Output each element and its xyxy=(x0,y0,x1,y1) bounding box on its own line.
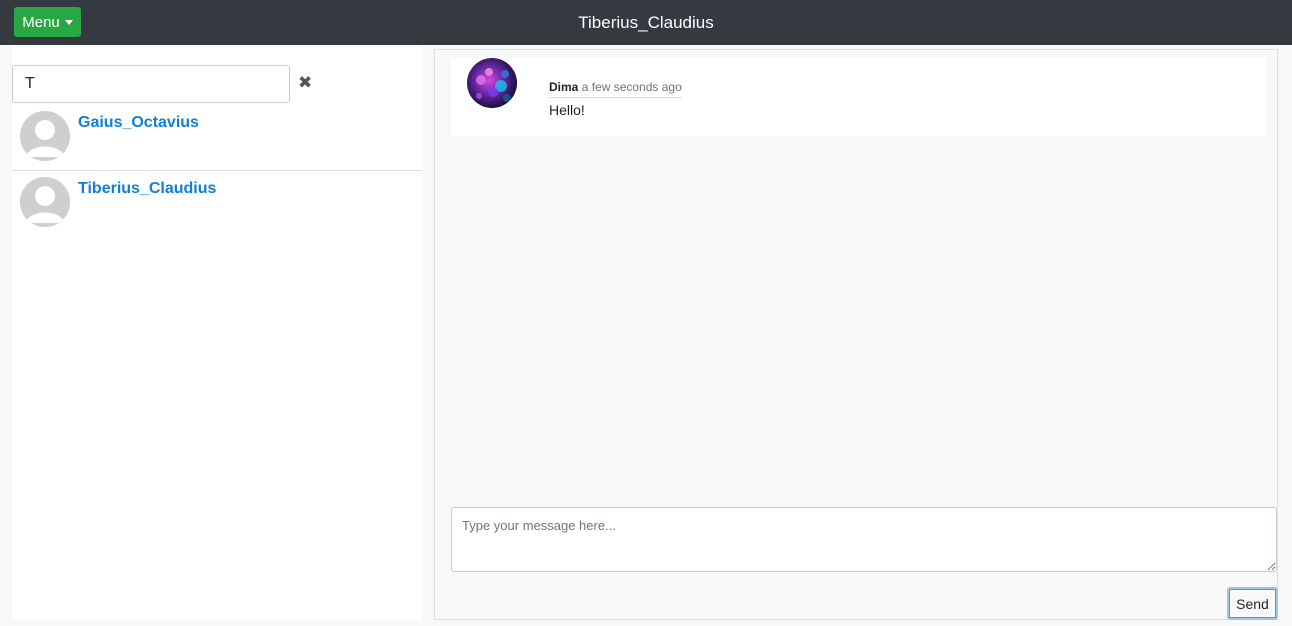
chat-panel: Dima a few seconds ago Hello! Send xyxy=(434,49,1278,620)
default-avatar-icon xyxy=(20,177,70,227)
message-timestamp: a few seconds ago xyxy=(581,80,682,94)
user-name-link[interactable]: Gaius_Octavius xyxy=(78,114,199,132)
close-icon[interactable]: ✖ xyxy=(298,74,312,91)
user-list-item-gaius-octavius[interactable]: Gaius_Octavius xyxy=(12,105,422,171)
chat-message: Dima a few seconds ago Hello! xyxy=(451,58,1266,136)
caret-down-icon xyxy=(64,19,73,25)
user-search-input[interactable] xyxy=(12,65,290,103)
user-name-link[interactable]: Tiberius_Claudius xyxy=(78,180,216,198)
message-text: Hello! xyxy=(549,102,585,118)
user-sidebar: ✖ Gaius_Octavius Tiberius_Claudius xyxy=(12,45,422,620)
default-avatar-icon xyxy=(20,111,70,161)
page-title: Tiberius_Claudius xyxy=(578,12,714,32)
menu-button-label: Menu xyxy=(22,13,60,31)
message-input[interactable] xyxy=(451,507,1277,572)
message-author: Dima xyxy=(549,80,579,94)
message-header: Dima a few seconds ago xyxy=(549,80,682,98)
send-button[interactable]: Send xyxy=(1227,587,1278,620)
top-navbar: Menu Tiberius_Claudius xyxy=(0,0,1292,45)
menu-button[interactable]: Menu xyxy=(14,7,81,37)
abstract-avatar-icon xyxy=(467,58,517,108)
user-list-item-tiberius-claudius[interactable]: Tiberius_Claudius xyxy=(12,171,422,237)
